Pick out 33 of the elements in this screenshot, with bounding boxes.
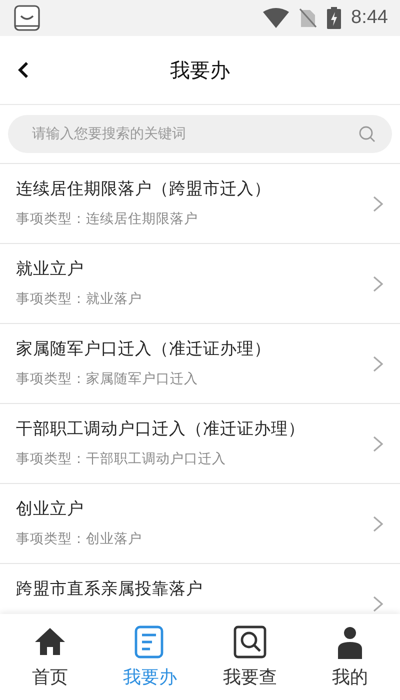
search-icon xyxy=(233,625,267,659)
list-item[interactable]: 干部职工调动户口迁入（准迁证办理） 事项类型：干部职工调动户口迁入 xyxy=(0,404,400,484)
chevron-right-icon xyxy=(372,354,384,372)
page-title: 我要办 xyxy=(170,56,230,84)
list-item[interactable]: 就业立户 事项类型：就业落户 xyxy=(0,244,400,324)
wifi-icon xyxy=(263,8,290,28)
app-icon xyxy=(14,5,40,31)
item-type: 事项类型：就业落户 xyxy=(16,290,143,308)
nav-tab[interactable]: 我要查 xyxy=(200,614,300,700)
item-type: 事项类型：干部职工调动户口迁入 xyxy=(16,450,227,468)
list-item[interactable]: 连续居住期限落户（跨盟市迁入） 事项类型：连续居住期限落户 xyxy=(0,164,400,244)
item-type: 事项类型：连续居住期限落户 xyxy=(16,210,199,228)
no-sim-icon xyxy=(299,8,318,28)
chevron-right-icon xyxy=(372,194,384,212)
item-type: 事项类型：创业落户 xyxy=(16,530,143,548)
chevron-right-icon xyxy=(372,594,384,612)
item-title: 就业立户 xyxy=(16,258,85,280)
chevron-right-icon xyxy=(372,274,384,292)
item-title: 创业立户 xyxy=(16,498,85,520)
item-title: 家属随军户口迁入（准迁证办理） xyxy=(16,338,272,360)
nav-tab[interactable]: 我的 xyxy=(300,614,400,700)
item-title: 跨盟市直系亲属投靠落户 xyxy=(16,578,204,600)
list-item[interactable]: 家属随军户口迁入（准迁证办理） 事项类型：家属随军户口迁入 xyxy=(0,324,400,404)
item-title: 干部职工调动户口迁入（准迁证办理） xyxy=(16,418,306,440)
item-type: 事项类型：家属随军户口迁入 xyxy=(16,370,199,388)
battery-charging-icon xyxy=(327,7,342,29)
clock-time: 8:44 xyxy=(351,7,388,29)
chevron-right-icon xyxy=(372,434,384,452)
list-item[interactable]: 创业立户 事项类型：创业落户 xyxy=(0,484,400,564)
nav-tab[interactable]: 首页 xyxy=(0,614,100,700)
search-field[interactable]: 请输入您要搜索的关键词 xyxy=(8,115,392,153)
chevron-right-icon xyxy=(372,514,384,532)
item-title: 连续居住期限落户（跨盟市迁入） xyxy=(16,178,272,200)
